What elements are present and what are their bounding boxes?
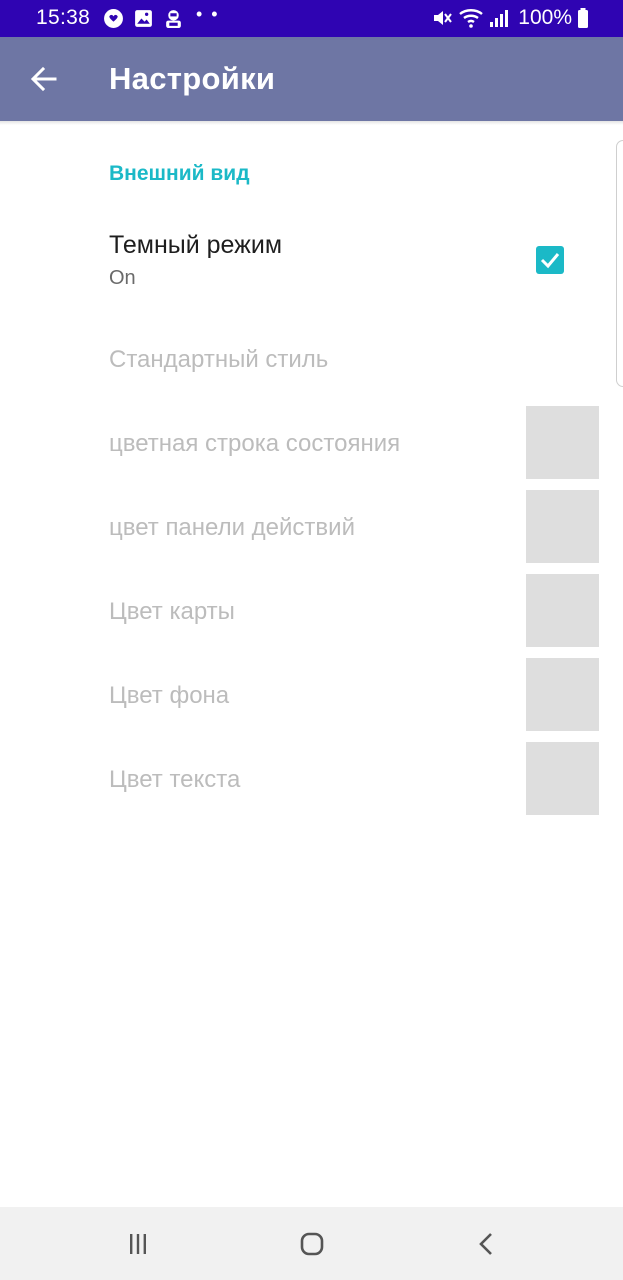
dark-mode-summary: On — [109, 267, 136, 289]
card-color-label: Цвет карты — [109, 598, 235, 625]
gallery-icon — [135, 10, 152, 27]
text-color-preference: Цвет текста — [0, 742, 623, 826]
home-button[interactable] — [294, 1226, 330, 1262]
viber-icon — [104, 9, 123, 28]
back-button[interactable] — [24, 57, 64, 101]
status-system-icons: 100% — [431, 6, 589, 30]
dark-mode-title: Темный режим — [109, 231, 283, 259]
system-back-button[interactable] — [469, 1226, 505, 1262]
dark-mode-checkbox[interactable] — [536, 246, 564, 274]
arrow-left-icon — [30, 66, 57, 92]
scroll-edge-indicator — [616, 140, 623, 387]
notification-icons — [103, 8, 184, 29]
settings-list[interactable]: Внешний вид Темный режим On Стандартный … — [0, 121, 623, 1207]
app-bar-shadow — [0, 121, 623, 125]
background-color-swatch — [526, 658, 599, 731]
status-overflow-dots: • • — [196, 4, 220, 24]
background-color-label: Цвет фона — [109, 682, 230, 709]
recent-apps-icon — [130, 1234, 146, 1254]
check-icon — [540, 253, 560, 269]
status-bar-color-label: цветная строка состояния — [109, 430, 401, 457]
navigation-bar — [0, 1207, 623, 1280]
battery-icon — [578, 8, 588, 28]
action-bar-color-label: цвет панели действий — [109, 514, 355, 541]
status-bar-color-preference: цветная строка состояния — [0, 406, 623, 490]
text-color-label: Цвет текста — [109, 766, 241, 793]
standard-style-preference: Стандартный стиль — [109, 346, 329, 373]
status-time: 15:38 — [36, 6, 91, 29]
section-header: Внешний вид — [109, 162, 250, 185]
dark-mode-preference[interactable]: Темный режим On — [0, 219, 623, 303]
battery-percent: 100% — [518, 6, 572, 29]
status-bar: 15:38 • • 100% — [0, 0, 623, 37]
vpn-robot-icon — [166, 10, 181, 28]
signal-icon — [490, 10, 509, 27]
action-bar-color-preference: цвет панели действий — [0, 490, 623, 574]
app-bar: Настройки — [0, 37, 623, 121]
card-color-swatch — [526, 574, 599, 647]
wifi-icon — [459, 9, 484, 28]
mute-icon — [434, 11, 453, 25]
action-bar-color-swatch — [526, 490, 599, 563]
recent-apps-button[interactable] — [120, 1226, 156, 1262]
back-icon — [479, 1233, 492, 1255]
text-color-swatch — [526, 742, 599, 815]
background-color-preference: Цвет фона — [0, 658, 623, 742]
home-icon — [300, 1232, 324, 1256]
card-color-preference: Цвет карты — [0, 574, 623, 658]
page-title: Настройки — [109, 61, 276, 96]
status-bar-color-swatch — [526, 406, 599, 479]
